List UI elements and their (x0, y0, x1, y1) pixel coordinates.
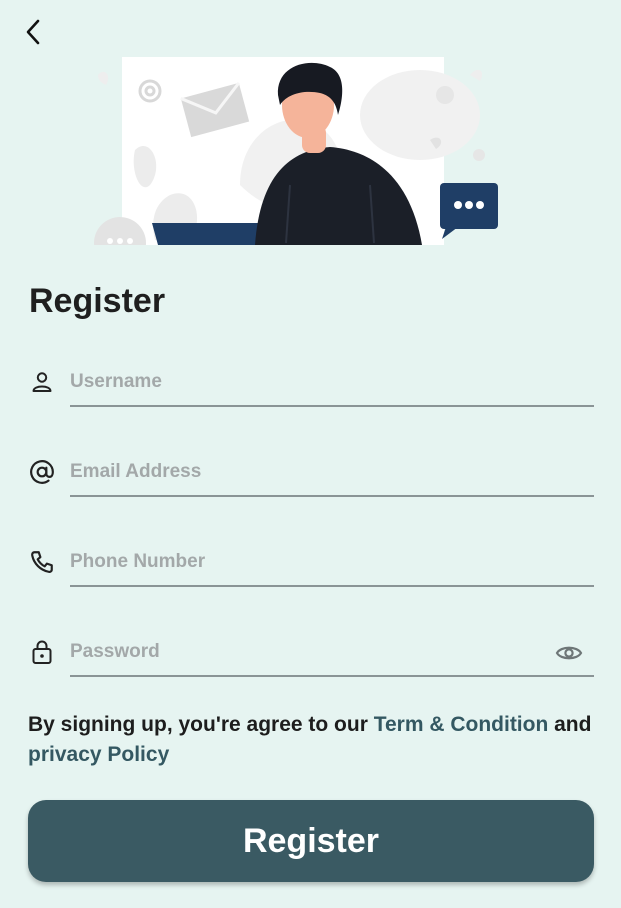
password-field-group (28, 620, 594, 680)
eye-icon (555, 646, 583, 660)
back-button[interactable] (18, 16, 50, 48)
at-sign-icon (28, 458, 56, 486)
password-input[interactable] (70, 632, 540, 672)
username-field-group (28, 350, 594, 410)
email-input[interactable] (70, 452, 540, 492)
phone-underline (70, 585, 594, 587)
toggle-password-visibility-button[interactable] (554, 638, 584, 668)
password-underline (70, 675, 594, 677)
chevron-left-icon (26, 19, 40, 45)
email-underline (70, 495, 594, 497)
terms-link[interactable]: Term & Condition (374, 713, 549, 736)
register-button[interactable]: Register (28, 800, 594, 882)
user-icon (28, 368, 56, 396)
register-illustration (94, 57, 498, 245)
terms-text: By signing up, you're agree to our Term … (28, 710, 598, 770)
page-title: Register (29, 282, 166, 320)
username-input[interactable] (70, 362, 540, 402)
lock-icon (28, 638, 56, 666)
email-field-group (28, 440, 594, 500)
terms-prefix: By signing up, you're agree to our (28, 713, 374, 736)
phone-icon (28, 548, 56, 576)
phone-input[interactable] (70, 542, 540, 582)
phone-field-group (28, 530, 594, 590)
privacy-policy-link[interactable]: privacy Policy (28, 743, 169, 766)
terms-conjunction: and (548, 713, 592, 736)
username-underline (70, 405, 594, 407)
